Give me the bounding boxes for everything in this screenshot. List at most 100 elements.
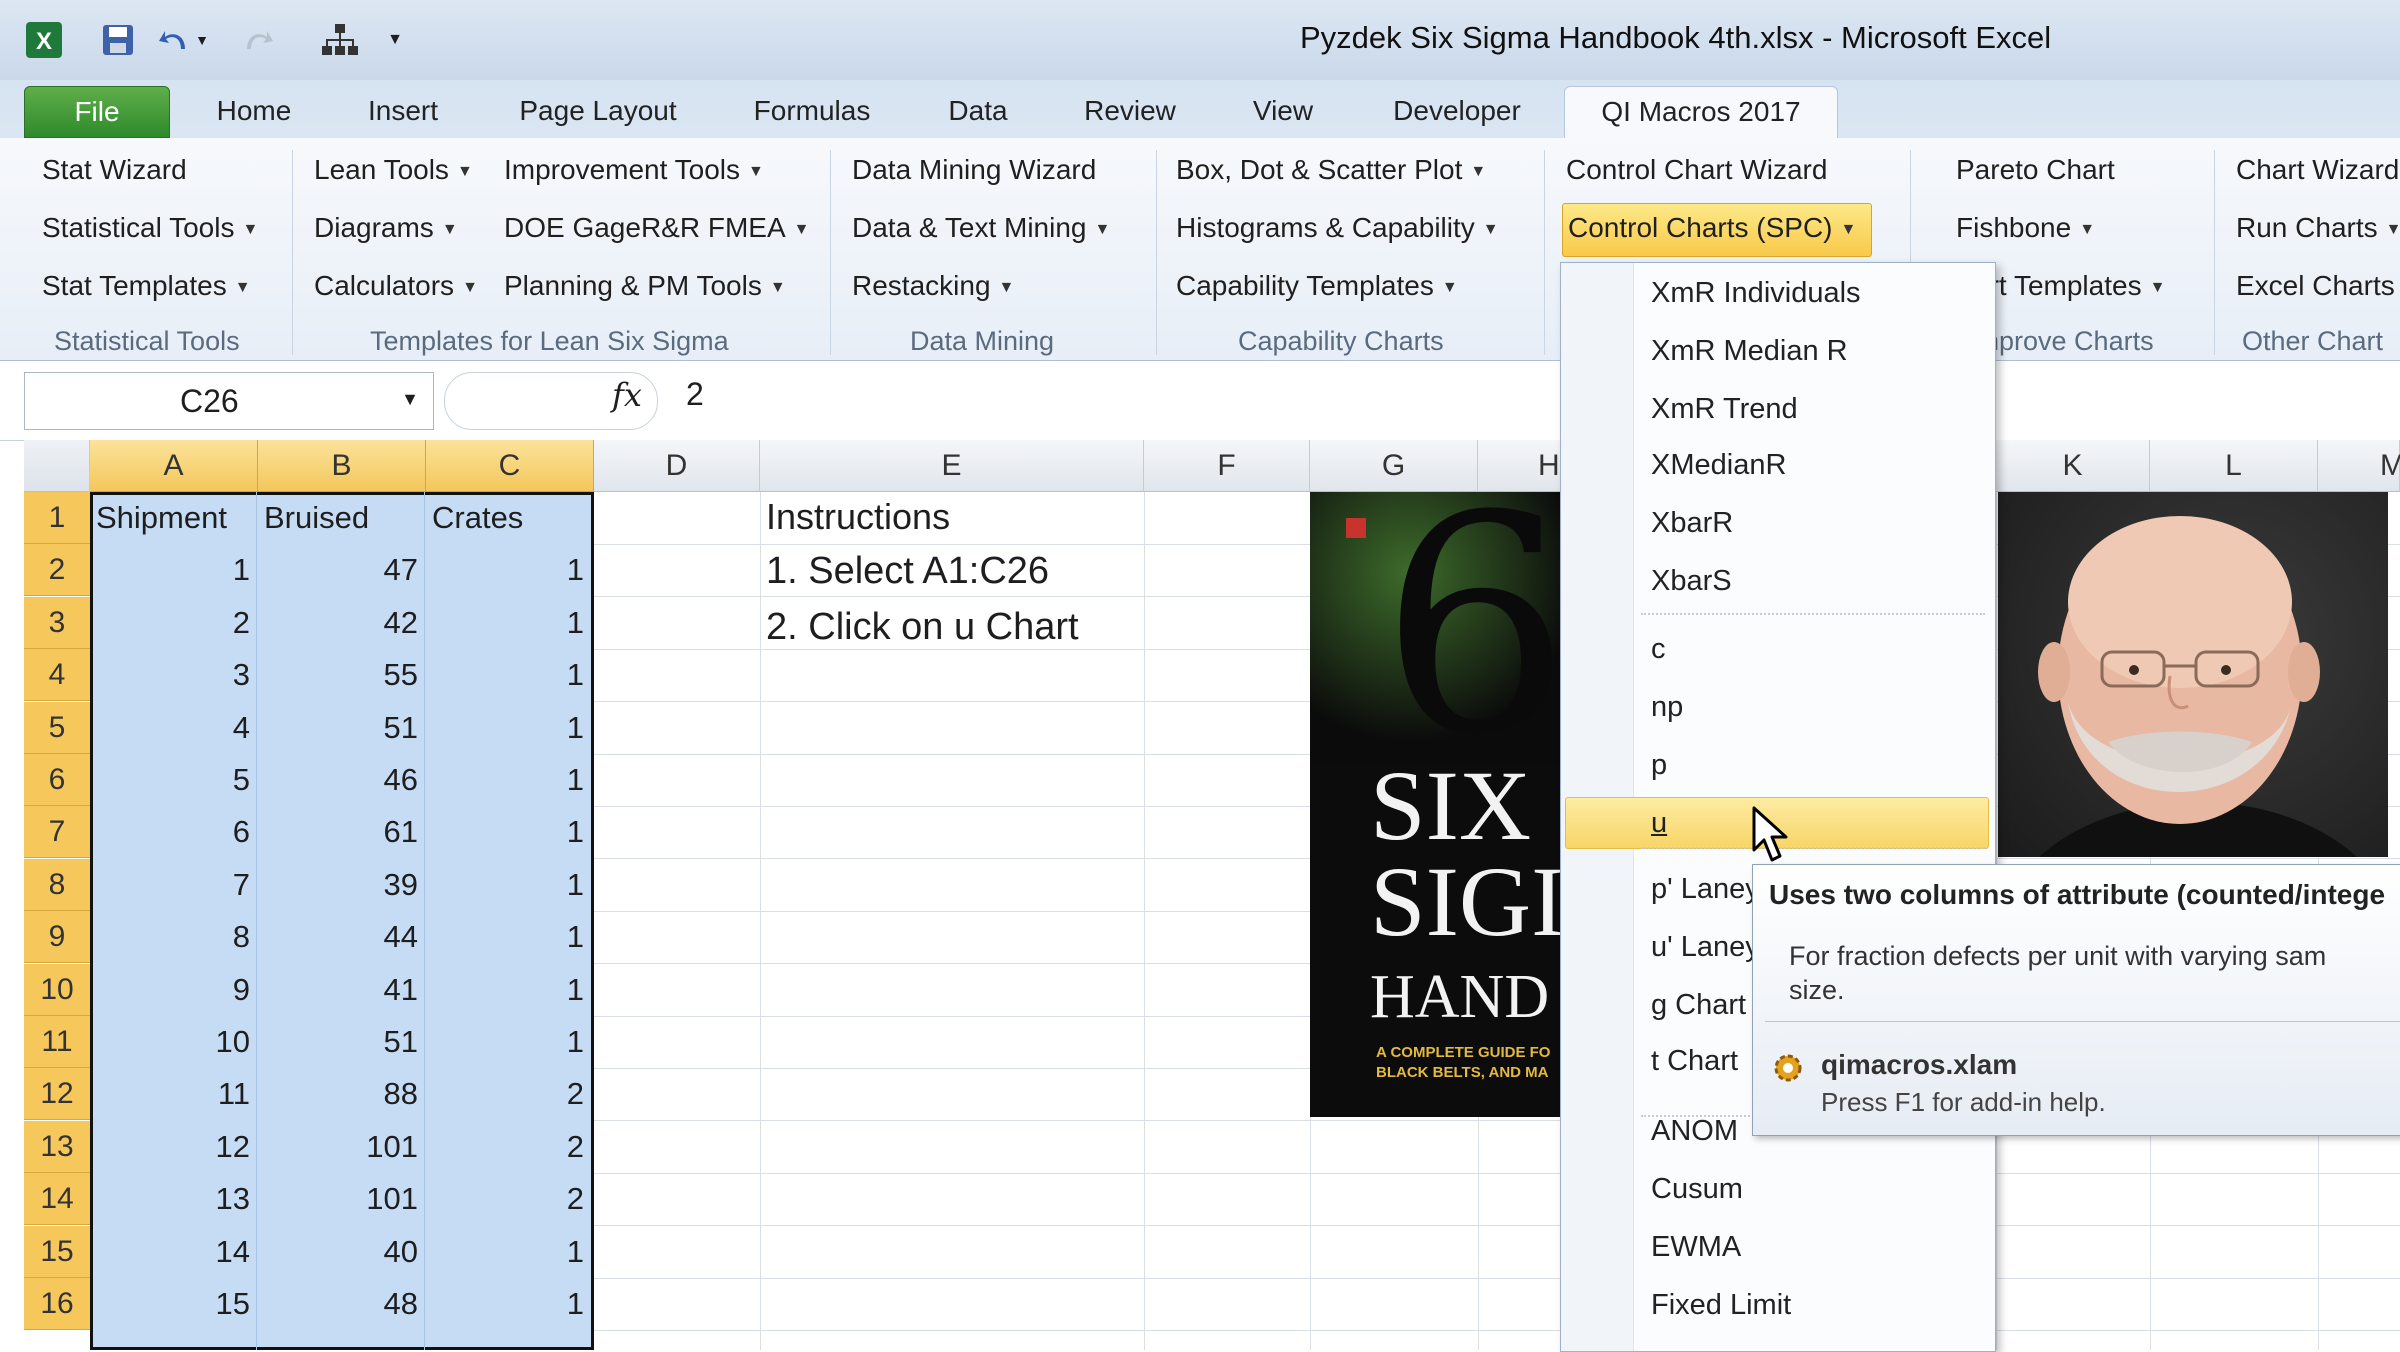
cell-b[interactable]: 40: [258, 1234, 418, 1270]
tab-home[interactable]: Home: [196, 86, 312, 136]
row-header[interactable]: 14: [24, 1173, 90, 1225]
tab-data[interactable]: Data: [930, 86, 1026, 136]
cell-a[interactable]: 5: [90, 762, 250, 798]
name-box-dropdown-icon[interactable]: ▼: [401, 389, 419, 410]
menu-item-xmr-individuals[interactable]: XmR Individuals: [1651, 277, 1861, 310]
cell-a[interactable]: 7: [90, 867, 250, 903]
cell-b[interactable]: 46: [258, 762, 418, 798]
cell-b[interactable]: 47: [258, 552, 418, 588]
planning-pm-tools-button[interactable]: Planning & PM Tools ▼: [504, 270, 786, 302]
lean-tools-button[interactable]: Lean Tools ▼: [314, 154, 473, 186]
cell-c[interactable]: 1: [426, 919, 584, 955]
cell-a[interactable]: 6: [90, 814, 250, 850]
control-chart-wizard-button[interactable]: Control Chart Wizard: [1566, 154, 1827, 186]
doe-gagerr-fmea-button[interactable]: DOE GageR&R FMEA ▼: [504, 212, 809, 244]
calculators-button[interactable]: Calculators ▼: [314, 270, 478, 302]
menu-item-ewma[interactable]: EWMA: [1651, 1231, 1741, 1264]
row-header[interactable]: 6: [24, 754, 90, 806]
capability-templates-button[interactable]: Capability Templates ▼: [1176, 270, 1458, 302]
pareto-chart-button[interactable]: Pareto Chart: [1956, 154, 2115, 186]
fishbone-button[interactable]: Fishbone ▼: [1956, 212, 2095, 244]
cell-b[interactable]: 101: [258, 1129, 418, 1165]
cell-a[interactable]: 13: [90, 1181, 250, 1217]
excel-charts-button[interactable]: Excel Charts: [2236, 270, 2395, 302]
cell-a[interactable]: 11: [90, 1076, 250, 1112]
menu-item-xbars[interactable]: XbarS: [1651, 565, 1732, 598]
column-header-g[interactable]: G: [1310, 440, 1478, 492]
column-header-c[interactable]: C: [426, 440, 594, 492]
menu-item-fixed-limit[interactable]: Fixed Limit: [1651, 1289, 1791, 1322]
cell-b[interactable]: 42: [258, 605, 418, 641]
cell-c[interactable]: 2: [426, 1129, 584, 1165]
tab-developer[interactable]: Developer: [1378, 86, 1536, 136]
column-header-e[interactable]: E: [760, 440, 1144, 492]
excel-logo-icon[interactable]: X: [22, 18, 66, 62]
cell-c[interactable]: 2: [426, 1181, 584, 1217]
column-header-m[interactable]: M: [2318, 440, 2400, 492]
cell-c[interactable]: 1: [426, 657, 584, 693]
menu-item-xbarr[interactable]: XbarR: [1651, 507, 1733, 540]
improvement-tools-button[interactable]: Improvement Tools ▼: [504, 154, 764, 186]
cell-b[interactable]: 101: [258, 1181, 418, 1217]
box-dot-scatter-button[interactable]: Box, Dot & Scatter Plot ▼: [1176, 154, 1486, 186]
column-header-k[interactable]: K: [1996, 440, 2150, 492]
select-all-corner[interactable]: [24, 440, 90, 492]
cell-a[interactable]: 1: [90, 552, 250, 588]
row-header[interactable]: 3: [24, 597, 90, 649]
diagrams-button[interactable]: Diagrams ▼: [314, 212, 458, 244]
cell-b[interactable]: 88: [258, 1076, 418, 1112]
control-charts-spc-label-wrap[interactable]: Control Charts (SPC) ▼: [1568, 212, 1856, 244]
cell-a[interactable]: 14: [90, 1234, 250, 1270]
row-header[interactable]: 5: [24, 702, 90, 754]
row-header[interactable]: 13: [24, 1121, 90, 1173]
menu-item-p-laney[interactable]: p' Laney: [1651, 873, 1760, 906]
undo-dropdown-icon[interactable]: ▼: [190, 18, 214, 62]
row-header[interactable]: 16: [24, 1278, 90, 1330]
cell-b[interactable]: 55: [258, 657, 418, 693]
menu-item-xmedianr[interactable]: XMedianR: [1651, 449, 1786, 482]
cell-c[interactable]: 1: [426, 710, 584, 746]
cell-b[interactable]: 48: [258, 1286, 418, 1322]
row-header[interactable]: 9: [24, 911, 90, 963]
chart-templates-button[interactable]: art Templates ▼: [1974, 270, 2165, 302]
cell-a[interactable]: 12: [90, 1129, 250, 1165]
instruction-step-2[interactable]: 2. Click on u Chart: [766, 606, 1079, 649]
row-header[interactable]: 10: [24, 964, 90, 1016]
row-header[interactable]: 7: [24, 806, 90, 858]
run-charts-button[interactable]: Run Charts ▼: [2236, 212, 2400, 244]
column-header-b[interactable]: B: [258, 440, 426, 492]
stat-templates-button[interactable]: Stat Templates ▼: [42, 270, 251, 302]
tab-insert[interactable]: Insert: [344, 86, 462, 136]
column-header-l[interactable]: L: [2150, 440, 2318, 492]
cell-c[interactable]: 1: [426, 1234, 584, 1270]
menu-item-anom[interactable]: ANOM: [1651, 1115, 1738, 1148]
name-box[interactable]: C26 ▼: [24, 372, 434, 430]
row-header[interactable]: 4: [24, 649, 90, 701]
menu-item-t-chart[interactable]: t Chart: [1651, 1045, 1738, 1078]
cell-b[interactable]: 41: [258, 972, 418, 1008]
column-header-a[interactable]: A: [90, 440, 258, 492]
histograms-capability-button[interactable]: Histograms & Capability ▼: [1176, 212, 1499, 244]
cell-a[interactable]: 10: [90, 1024, 250, 1060]
cell-c1[interactable]: Crates: [432, 500, 592, 536]
statistical-tools-button[interactable]: Statistical Tools ▼: [42, 212, 258, 244]
cell-c[interactable]: 1: [426, 1286, 584, 1322]
row-header[interactable]: 8: [24, 859, 90, 911]
stat-wizard-button[interactable]: Stat Wizard: [42, 154, 187, 186]
hierarchy-icon[interactable]: [318, 18, 362, 62]
cell-a[interactable]: 3: [90, 657, 250, 693]
instructions-heading[interactable]: Instructions: [766, 496, 950, 538]
cell-b[interactable]: 51: [258, 710, 418, 746]
cell-c[interactable]: 2: [426, 1076, 584, 1112]
cell-b[interactable]: 39: [258, 867, 418, 903]
tab-formulas[interactable]: Formulas: [734, 86, 890, 136]
cell-b[interactable]: 44: [258, 919, 418, 955]
cell-c[interactable]: 1: [426, 762, 584, 798]
menu-item-np[interactable]: np: [1651, 691, 1683, 724]
tab-file[interactable]: File: [24, 86, 170, 138]
tab-page-layout[interactable]: Page Layout: [500, 86, 696, 136]
cell-c[interactable]: 1: [426, 814, 584, 850]
cell-b1[interactable]: Bruised: [264, 500, 424, 536]
cell-c[interactable]: 1: [426, 605, 584, 641]
data-mining-wizard-button[interactable]: Data Mining Wizard: [852, 154, 1096, 186]
